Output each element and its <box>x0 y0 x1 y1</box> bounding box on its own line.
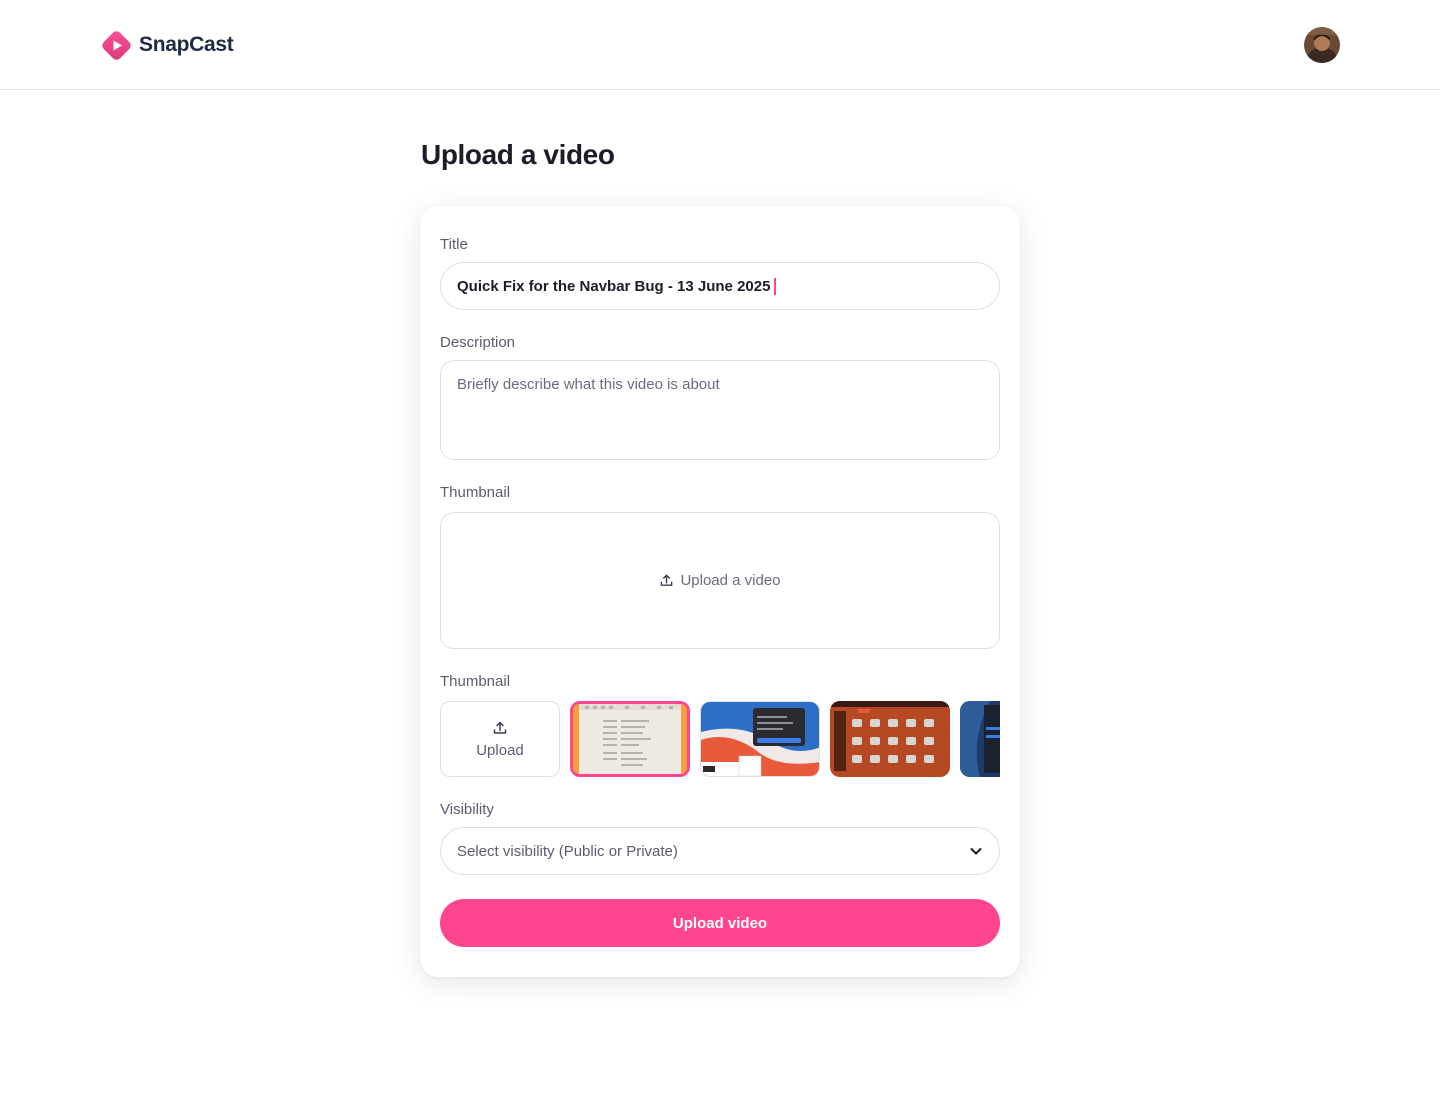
title-input-value: Quick Fix for the Navbar Bug - 13 June 2… <box>457 277 771 295</box>
description-placeholder: Briefly describe what this video is abou… <box>457 376 720 393</box>
brand-name: SnapCast <box>139 33 234 56</box>
description-textarea[interactable]: Briefly describe what this video is abou… <box>440 360 1000 460</box>
brand-logo[interactable]: SnapCast <box>100 28 234 62</box>
chevron-down-icon <box>970 848 982 855</box>
user-avatar[interactable] <box>1304 27 1340 63</box>
description-label: Description <box>440 334 516 351</box>
visibility-select[interactable]: Select visibility (Public or Private) <box>440 827 1000 875</box>
upload-icon <box>493 721 507 734</box>
thumbnail-label: Thumbnail <box>440 673 511 690</box>
thumbnail-picker: Upload <box>440 701 1000 777</box>
top-navbar: SnapCast <box>0 0 1440 90</box>
thumbnail-option[interactable] <box>830 701 950 777</box>
thumbnail-option[interactable] <box>700 701 820 777</box>
video-upload-label: Thumbnail <box>440 484 511 501</box>
thumbnail-option[interactable] <box>960 701 1000 777</box>
thumbnail-upload-button[interactable]: Upload <box>440 701 560 777</box>
title-input[interactable]: Quick Fix for the Navbar Bug - 13 June 2… <box>440 262 1000 310</box>
text-cursor <box>774 277 777 295</box>
upload-form-card: Title Quick Fix for the Navbar Bug - 13 … <box>420 206 1020 977</box>
logo-icon <box>100 29 133 62</box>
thumbnail-upload-label: Upload <box>476 741 524 759</box>
thumbnail-option[interactable] <box>570 701 690 777</box>
page-title: Upload a video <box>421 139 615 170</box>
visibility-label: Visibility <box>440 801 494 818</box>
upload-video-button[interactable]: Upload video <box>440 899 1000 947</box>
upload-icon <box>661 574 673 586</box>
title-label: Title <box>440 236 468 253</box>
video-upload-text: Upload a video <box>680 572 781 589</box>
video-dropzone[interactable]: Upload a video <box>440 512 1000 649</box>
visibility-placeholder: Select visibility (Public or Private) <box>457 842 678 860</box>
